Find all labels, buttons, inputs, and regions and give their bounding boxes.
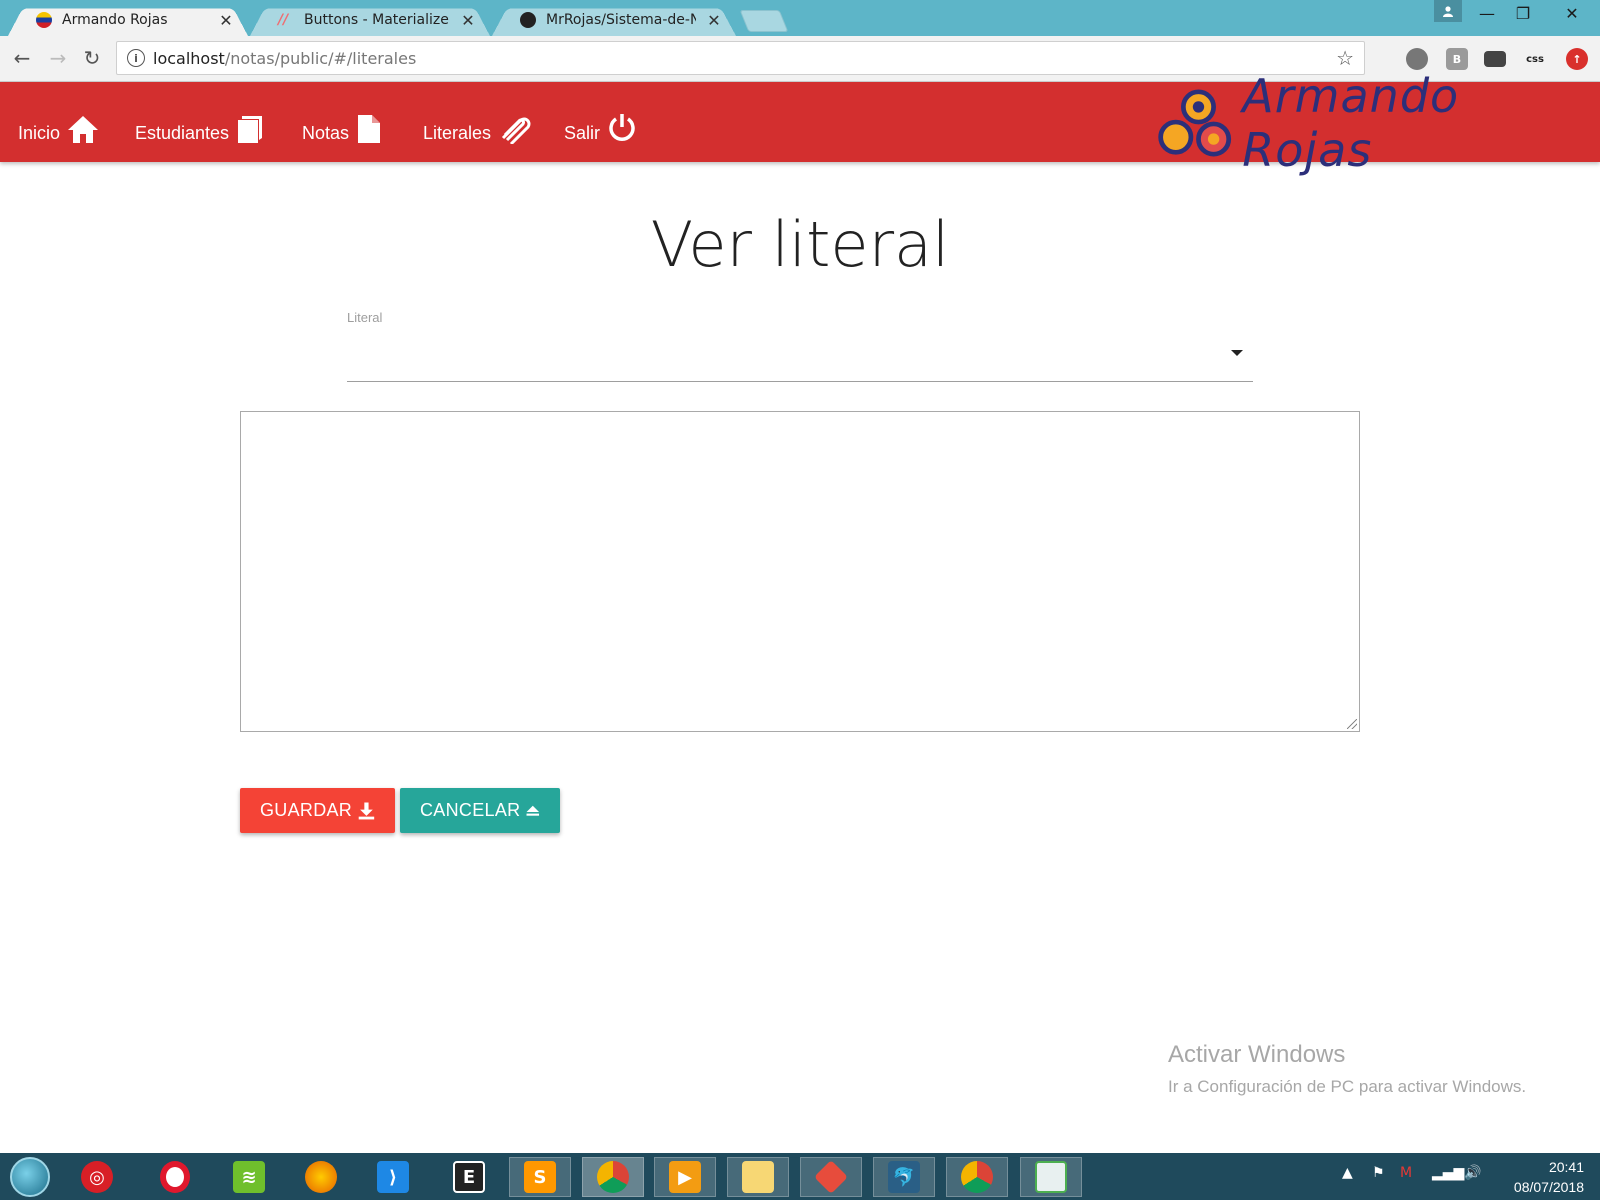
taskbar-wifi-icon[interactable]: ≋ <box>218 1157 280 1197</box>
tab-title: MrRojas/Sistema-de-Not <box>546 12 696 28</box>
paperclip-icon <box>501 117 531 144</box>
save-button[interactable]: GUARDAR <box>240 788 395 833</box>
close-tab-icon[interactable]: ✕ <box>460 11 476 30</box>
nav-notas[interactable]: Notas <box>302 104 383 144</box>
nav-inicio[interactable]: Inicio <box>18 104 100 144</box>
tab-title: Buttons - Materialize <box>304 12 449 28</box>
nav-label: Inicio <box>18 123 61 143</box>
taskbar-gitkraken-icon[interactable] <box>800 1157 862 1197</box>
activation-watermark-subtitle: Ir a Configuración de PC para activar Wi… <box>1168 1077 1527 1096</box>
new-tab-button[interactable] <box>739 10 789 32</box>
nav-label: Estudiantes <box>135 123 230 143</box>
venezuela-flag-icon <box>36 12 52 28</box>
nav-salir[interactable]: Salir <box>564 104 638 144</box>
select-label: Literal <box>347 310 383 325</box>
start-button[interactable] <box>10 1157 50 1197</box>
logo-icon <box>1158 89 1232 157</box>
power-icon <box>609 114 635 141</box>
bootstrap-extension-icon[interactable]: B <box>1446 48 1468 70</box>
taskbar-mysql-icon[interactable]: 🐬 <box>873 1157 935 1197</box>
taskbar-opera-icon[interactable] <box>144 1157 206 1197</box>
taskbar-window-icon[interactable] <box>1020 1157 1082 1197</box>
literal-textarea[interactable] <box>240 411 1360 732</box>
tab-armando-rojas[interactable]: Armando Rojas ✕ <box>8 4 248 36</box>
eject-icon <box>526 805 540 816</box>
clock-time: 20:41 <box>1548 1159 1584 1175</box>
brand-name: Armando Rojas <box>1242 69 1460 177</box>
taskbar-firefox-icon[interactable] <box>290 1157 352 1197</box>
cancel-button[interactable]: CANCELAR <box>400 788 560 833</box>
nav-label: Notas <box>302 123 350 143</box>
extension-icon[interactable] <box>1406 48 1428 70</box>
app-navbar: Inicio Estudiantes Notas Literales Salir… <box>0 69 1600 177</box>
caret-down-icon <box>1231 350 1243 356</box>
file-icon <box>358 115 381 143</box>
tab-buttons-materialize[interactable]: // Buttons - Materialize ✕ <box>250 4 490 36</box>
close-window-icon[interactable]: ✕ <box>1548 0 1596 26</box>
nav-estudiantes[interactable]: Estudiantes <box>135 104 265 144</box>
info-icon[interactable]: i <box>127 49 145 67</box>
tray-volume-icon[interactable]: 🔊 <box>1464 1165 1481 1181</box>
tray-antivirus-icon[interactable]: M <box>1400 1165 1412 1181</box>
home-icon <box>68 116 99 143</box>
tray-chevron-up-icon[interactable]: ▲ <box>1342 1165 1353 1181</box>
clock-date: 08/07/2018 <box>1513 1179 1584 1195</box>
tab-title: Armando Rojas <box>62 12 168 28</box>
taskbar-chrome-icon[interactable] <box>582 1157 644 1197</box>
resize-handle[interactable] <box>1347 719 1357 729</box>
restore-icon[interactable]: ❐ <box>1502 0 1544 26</box>
brand-logo[interactable]: Armando Rojas <box>1155 69 1585 177</box>
url-text: localhost/notas/public/#/literales <box>153 48 417 68</box>
tab-github[interactable]: MrRojas/Sistema-de-Not ✕ <box>492 4 736 36</box>
save-label: GUARDAR <box>260 800 353 820</box>
taskbar-media-icon[interactable]: ◎ <box>66 1157 128 1197</box>
taskbar: ◎ ≋ ⟩ E S ▶ 🐬 ▲ ⚑ M ▂▄▆ 🔊 20:41 08/07/20… <box>0 1153 1600 1200</box>
download-icon <box>358 802 375 819</box>
profile-icon[interactable] <box>1434 0 1462 22</box>
nav-label: Literales <box>423 123 492 143</box>
back-icon[interactable]: ← <box>8 44 36 72</box>
literal-select[interactable] <box>347 334 1253 382</box>
cancel-label: CANCELAR <box>420 800 521 820</box>
reload-icon[interactable]: ↻ <box>78 44 106 72</box>
taskbar-chrome2-icon[interactable] <box>946 1157 1008 1197</box>
bookmark-star-icon[interactable]: ☆ <box>1336 46 1354 70</box>
close-tab-icon[interactable]: ✕ <box>218 11 234 30</box>
materialize-icon: // <box>278 12 289 28</box>
taskbar-editor-icon[interactable]: E <box>438 1157 500 1197</box>
taskbar-sublime-icon[interactable]: S <box>509 1157 571 1197</box>
activation-watermark-title: Activar Windows <box>1168 1041 1346 1068</box>
address-bar[interactable]: i localhost/notas/public/#/literales ☆ <box>116 41 1365 75</box>
css-extension-icon[interactable]: css <box>1524 48 1546 70</box>
browser-titlebar: Armando Rojas ✕ // Buttons - Materialize… <box>0 0 1600 36</box>
tray-flag-icon[interactable]: ⚑ <box>1372 1165 1385 1181</box>
taskbar-folder-icon[interactable] <box>727 1157 789 1197</box>
forward-icon[interactable]: → <box>44 44 72 72</box>
nav-label: Salir <box>564 123 601 143</box>
close-tab-icon[interactable]: ✕ <box>706 11 722 30</box>
cast-icon[interactable] <box>1484 51 1506 67</box>
page-title: Ver literal <box>650 208 950 281</box>
taskbar-clock[interactable]: 20:41 08/07/2018 <box>1514 1157 1584 1197</box>
taskbar-player-icon[interactable]: ▶ <box>654 1157 716 1197</box>
tray-network-icon[interactable]: ▂▄▆ <box>1432 1165 1464 1181</box>
taskbar-vscode-icon[interactable]: ⟩ <box>362 1157 424 1197</box>
book-icon <box>238 116 263 143</box>
github-icon <box>520 12 536 28</box>
nav-literales[interactable]: Literales <box>423 104 531 144</box>
upload-extension-icon[interactable]: ↑ <box>1566 48 1588 70</box>
